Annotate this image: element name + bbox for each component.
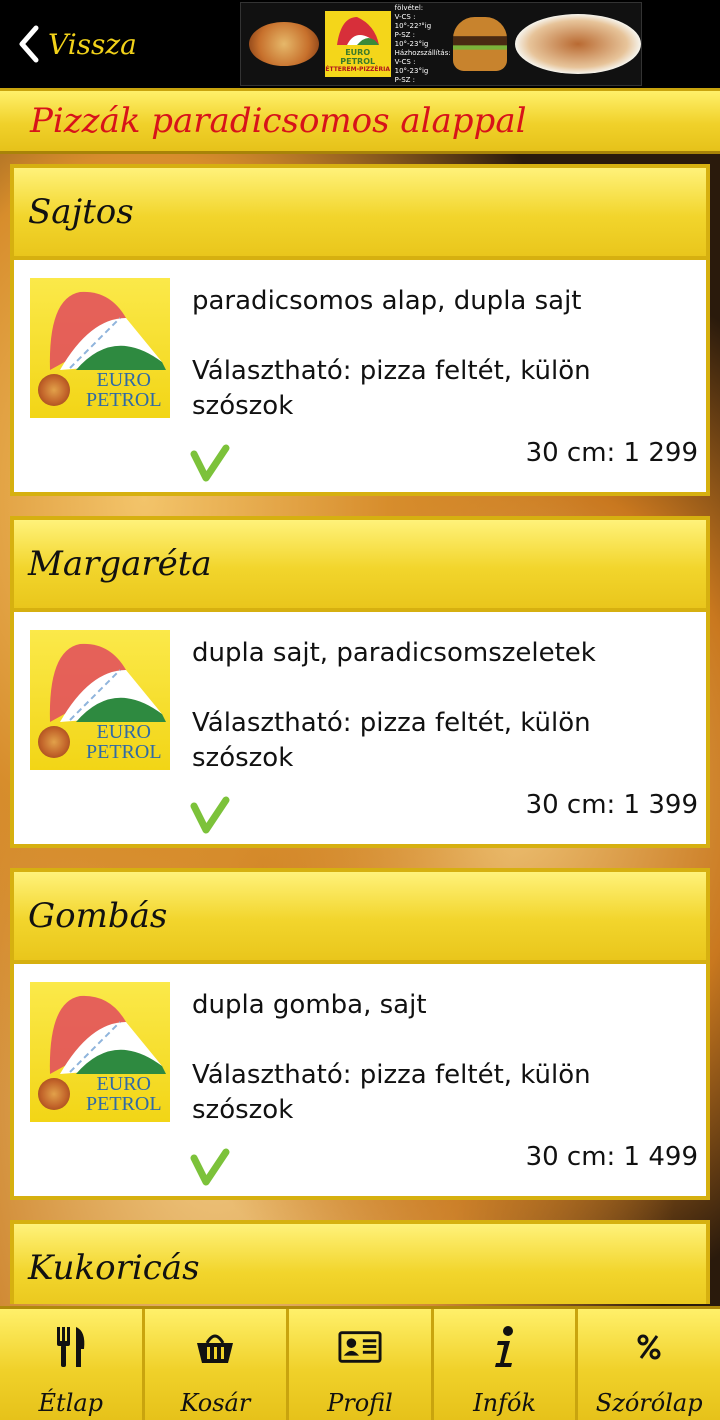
- nav-label: Kosár: [180, 1389, 251, 1417]
- menu-item-name: Sajtos: [28, 192, 134, 232]
- top-header: Vissza EURO PETROL ÉTTEREM-PIZZÉRIA Rend…: [0, 0, 720, 88]
- menu-item[interactable]: Gombás EURO PETROL dupla gomba, sajt Vála…: [10, 868, 710, 1200]
- nav-label: Szórólap: [595, 1389, 703, 1417]
- nav-szorolap[interactable]: Szórólap: [578, 1309, 720, 1420]
- nav-kosar[interactable]: Kosár: [145, 1309, 290, 1420]
- menu-item-list[interactable]: Sajtos EURO PETROL paradicsomos alap, dup…: [0, 154, 720, 1304]
- info-icon: [483, 1323, 527, 1371]
- bottom-navigation: Étlap Kosár Profil Infók Szórólap: [0, 1306, 720, 1420]
- menu-item[interactable]: Margaréta EURO PETROL dupla sajt, paradic…: [10, 516, 710, 848]
- menu-item-body[interactable]: EURO PETROL dupla sajt, paradicsomszelete…: [10, 612, 710, 848]
- menu-item-header[interactable]: Gombás: [10, 868, 710, 964]
- pizza-icon: [38, 1078, 70, 1110]
- menu-item-name: Kukoricás: [28, 1248, 200, 1288]
- id-card-icon: [338, 1323, 382, 1371]
- menu-item-body[interactable]: EURO PETROL dupla gomba, sajt Választható…: [10, 964, 710, 1200]
- menu-item-price: 30 cm: 1 299: [525, 438, 698, 468]
- back-button[interactable]: Vissza: [14, 20, 137, 68]
- page-title: Pizzák paradicsomos alappal: [30, 101, 527, 141]
- banner-pizza-image: [249, 22, 319, 66]
- logo-sail-icon: [336, 17, 379, 45]
- menu-item-thumbnail: EURO PETROL: [30, 278, 170, 418]
- nav-infok[interactable]: Infók: [434, 1309, 579, 1420]
- nav-label: Étlap: [38, 1389, 104, 1417]
- banner-platter-image: [515, 14, 641, 74]
- basket-icon: [193, 1323, 237, 1371]
- banner-opening-hours: Rendelés fölvétel: V-CS : 10°-22³°ig P-S…: [394, 3, 451, 86]
- vegetarian-v-icon: [190, 444, 230, 482]
- category-title-bar: Pizzák paradicsomos alappal: [0, 88, 720, 154]
- percent-icon: [627, 1323, 671, 1371]
- menu-item-thumbnail: EURO PETROL: [30, 630, 170, 770]
- banner-burger-image: [452, 17, 508, 71]
- restaurant-banner[interactable]: EURO PETROL ÉTTEREM-PIZZÉRIA Rendelés fö…: [240, 2, 642, 86]
- vegetarian-v-icon: [190, 796, 230, 834]
- menu-item-description: paradicsomos alap, dupla sajt: [192, 286, 582, 316]
- menu-item-description: dupla gomba, sajt: [192, 990, 427, 1020]
- pizza-icon: [38, 726, 70, 758]
- menu-item-name: Margaréta: [28, 544, 212, 584]
- menu-item-body[interactable]: EURO PETROL paradicsomos alap, dupla sajt…: [10, 260, 710, 496]
- menu-item-price: 30 cm: 1 399: [525, 790, 698, 820]
- menu-item-header[interactable]: Margaréta: [10, 516, 710, 612]
- vegetarian-v-icon: [190, 1148, 230, 1186]
- back-label: Vissza: [48, 27, 137, 61]
- menu-item-description: dupla sajt, paradicsomszeletek: [192, 638, 596, 668]
- menu-item-price: 30 cm: 1 499: [525, 1142, 698, 1172]
- menu-item-header[interactable]: Sajtos: [10, 164, 710, 260]
- menu-item[interactable]: Kukoricás: [10, 1220, 710, 1304]
- menu-item-options: Választható: pizza feltét, külön szószok: [192, 1060, 591, 1125]
- nav-etlap[interactable]: Étlap: [0, 1309, 145, 1420]
- menu-item-options: Választható: pizza feltét, külön szószok: [192, 356, 591, 421]
- pizza-icon: [38, 374, 70, 406]
- nav-label: Profil: [327, 1389, 393, 1417]
- nav-label: Infók: [473, 1389, 536, 1417]
- menu-item[interactable]: Sajtos EURO PETROL paradicsomos alap, dup…: [10, 164, 710, 496]
- menu-item-thumbnail: EURO PETROL: [30, 982, 170, 1122]
- menu-item-options: Választható: pizza feltét, külön szószok: [192, 708, 591, 773]
- nav-profil[interactable]: Profil: [289, 1309, 434, 1420]
- menu-item-header[interactable]: Kukoricás: [10, 1220, 710, 1304]
- banner-logo: EURO PETROL ÉTTEREM-PIZZÉRIA: [324, 11, 391, 77]
- menu-item-name: Gombás: [28, 896, 168, 936]
- fork-knife-icon: [49, 1323, 93, 1371]
- chevron-left-icon: [19, 25, 39, 63]
